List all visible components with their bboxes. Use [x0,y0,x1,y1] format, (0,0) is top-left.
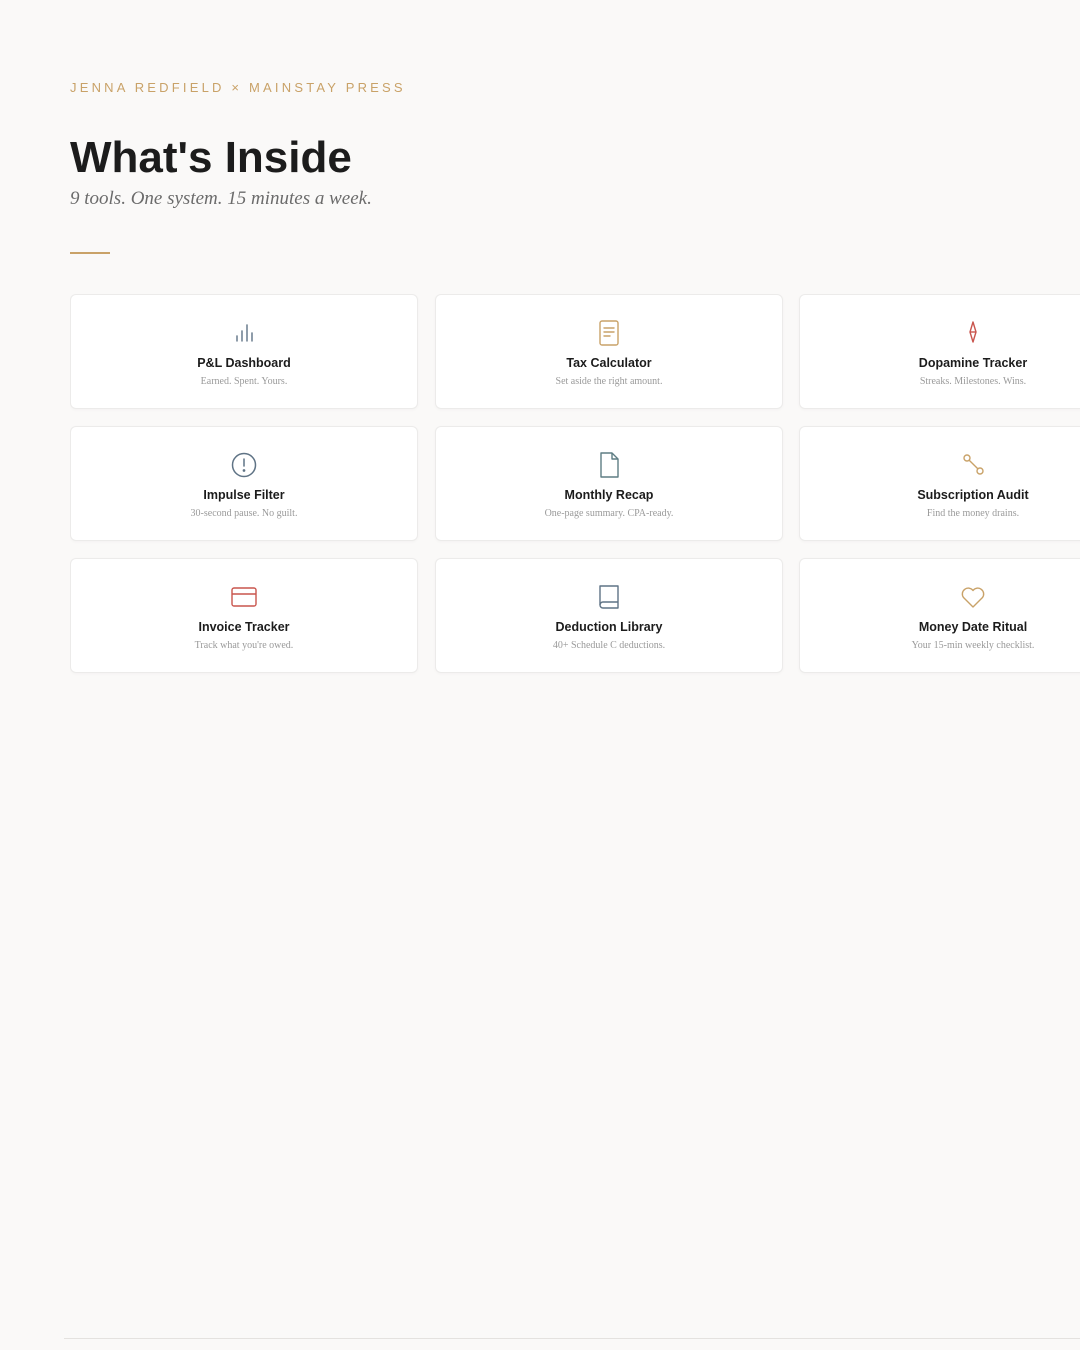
tool-description: One-page summary. CPA-ready. [544,508,674,519]
tool-description: 30-second pause. No guilt. [190,508,298,519]
alert-circle-icon [230,451,258,479]
tool-description: Earned. Spent. Yours. [200,376,288,387]
tool-description: Your 15-min weekly checklist. [911,640,1035,651]
tool-title: Subscription Audit [917,488,1029,502]
tool-description: Find the money drains. [926,508,1020,519]
tool-description: Track what you're owed. [194,640,294,651]
bar-chart-icon [230,319,258,347]
sparkle-icon [959,319,987,347]
heart-icon [959,583,987,611]
tool-title: Dopamine Tracker [918,356,1028,370]
receipt-icon [595,319,623,347]
tool-description: 40+ Schedule C deductions. [552,640,666,651]
link-nodes-icon [959,451,987,479]
tools-grid: P&L Dashboard Earned. Spent. Yours. Tax … [70,294,1080,677]
tool-description: Set aside the right amount. [555,376,663,387]
book-icon [595,583,623,611]
tool-card-pl-dashboard[interactable]: P&L Dashboard Earned. Spent. Yours. [70,294,418,409]
tool-description: Streaks. Milestones. Wins. [919,376,1027,387]
page-subtitle: 9 tools. One system. 15 minutes a week. [70,188,372,209]
tool-card-tax-calculator[interactable]: Tax Calculator Set aside the right amoun… [435,294,783,409]
tool-card-deduction-library[interactable]: Deduction Library 40+ Schedule C deducti… [435,558,783,673]
tool-title: Money Date Ritual [918,620,1028,634]
tool-card-subscription-audit[interactable]: Subscription Audit Find the money drains… [799,426,1080,541]
tool-title: Impulse Filter [203,488,285,502]
tool-card-invoice-tracker[interactable]: Invoice Tracker Track what you're owed. [70,558,418,673]
tool-card-impulse-filter[interactable]: Impulse Filter 30-second pause. No guilt… [70,426,418,541]
page-title: What's Inside [70,133,352,182]
tool-card-money-date-ritual[interactable]: Money Date Ritual Your 15-min weekly che… [799,558,1080,673]
tool-title: Monthly Recap [564,488,654,502]
footer-divider [64,1338,1080,1339]
tool-card-monthly-recap[interactable]: Monthly Recap One-page summary. CPA-read… [435,426,783,541]
document-icon [595,451,623,479]
accent-divider [70,252,110,254]
tool-title: Tax Calculator [566,356,652,370]
brand-eyebrow: JENNA REDFIELD × MAINSTAY PRESS [70,80,406,95]
tool-title: P&L Dashboard [197,356,291,370]
credit-card-icon [230,583,258,611]
tool-card-dopamine-tracker[interactable]: Dopamine Tracker Streaks. Milestones. Wi… [799,294,1080,409]
tool-title: Invoice Tracker [198,620,290,634]
tool-title: Deduction Library [555,620,663,634]
